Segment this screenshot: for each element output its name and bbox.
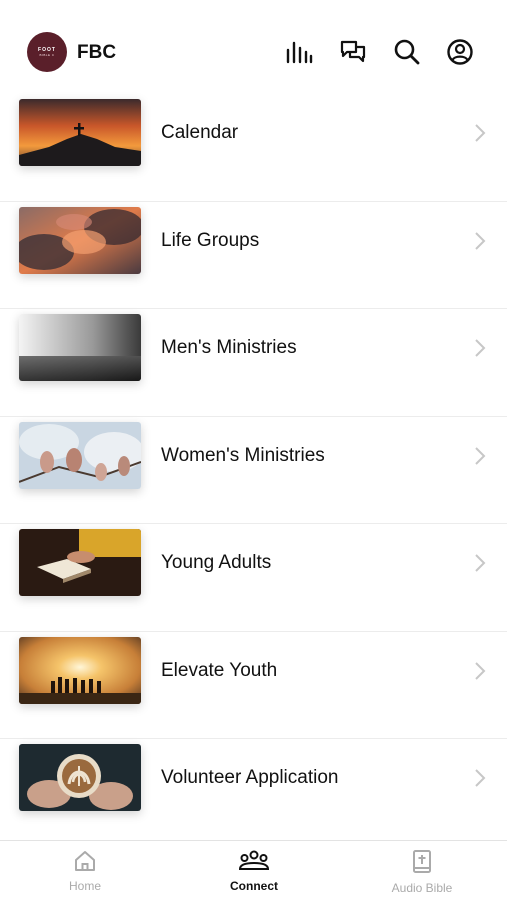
magnolia-image [19, 421, 141, 489]
menu-item-elevate-youth[interactable]: Elevate Youth [0, 631, 507, 739]
chevron-right-icon [475, 554, 486, 572]
menu-item-label: Elevate Youth [161, 659, 278, 681]
home-icon [75, 851, 95, 871]
menu-item-volunteer-application[interactable]: Volunteer Application [0, 739, 507, 847]
menu-item-young-adults[interactable]: Young Adults [0, 524, 507, 632]
menu-item-label: Volunteer Application [161, 767, 339, 788]
chevron-right-icon [475, 769, 486, 787]
chevron-right-icon [475, 231, 486, 250]
people-icon [238, 850, 270, 870]
menu-item-label: Women's Ministries [161, 444, 325, 466]
misty-sea-image [19, 314, 141, 381]
tab-audio-bible[interactable]: Audio Bible [362, 849, 482, 895]
app-header: FOOT BIBLE C FBC [0, 0, 507, 94]
app-name: FBC [77, 42, 117, 63]
tab-connect[interactable]: Connect [194, 849, 314, 893]
tab-label: Home [68, 879, 101, 893]
bottom-tab-bar: Home Connect Audio Bible [0, 840, 507, 900]
chevron-right-icon [475, 124, 486, 142]
chevron-right-icon [475, 446, 486, 465]
menu-item-label: Young Adults [161, 552, 272, 573]
chevron-right-icon [475, 339, 486, 357]
church-logo[interactable]: FOOT BIBLE C [27, 32, 67, 72]
chat-icon[interactable] [339, 38, 367, 66]
menu-item-womens-ministries[interactable]: Women's Ministries [0, 416, 507, 524]
connect-menu-list: Calendar Life Groups Men's Ministries Wo… [0, 94, 507, 847]
tab-home[interactable]: Home [25, 849, 145, 893]
silhouettes-sunset-image [19, 636, 141, 704]
chevron-right-icon [475, 661, 486, 680]
menu-item-label: Life Groups [161, 229, 260, 251]
search-icon[interactable] [393, 38, 421, 66]
menu-item-label: Men's Ministries [161, 337, 297, 358]
open-bible-image [19, 529, 141, 596]
menu-item-label: Calendar [161, 122, 239, 143]
profile-icon[interactable] [446, 38, 474, 66]
menu-item-mens-ministries[interactable]: Men's Ministries [0, 309, 507, 417]
tab-label: Connect [230, 879, 278, 893]
menu-item-calendar[interactable]: Calendar [0, 94, 507, 202]
sunset-cross-image [19, 99, 141, 166]
logo-subtext: BIBLE C [39, 53, 55, 57]
latte-art-image [19, 744, 141, 811]
menu-item-life-groups[interactable]: Life Groups [0, 201, 507, 309]
tab-label: Audio Bible [391, 881, 453, 895]
clouds-image [19, 206, 141, 274]
audio-bars-icon[interactable] [285, 38, 313, 66]
bible-icon [413, 850, 431, 873]
